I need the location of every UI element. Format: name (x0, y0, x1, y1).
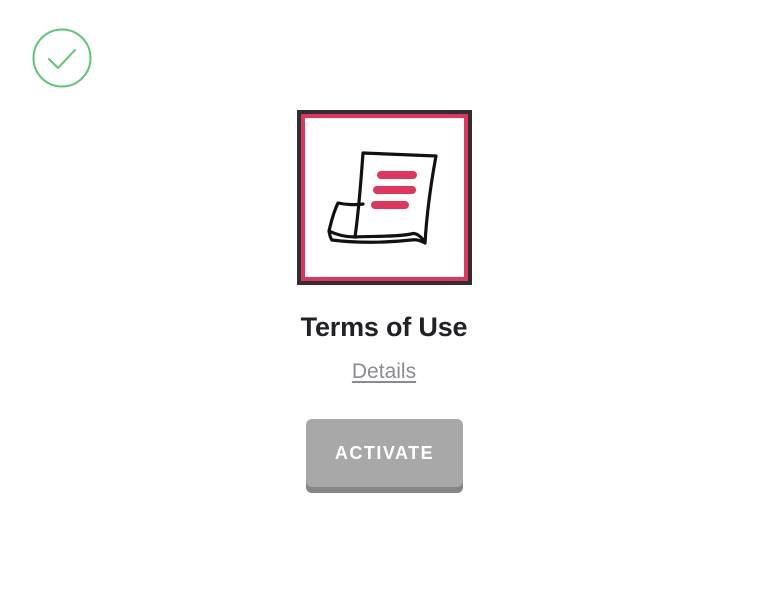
details-link-wrapper: Details (0, 360, 768, 384)
app-icon-frame (297, 110, 472, 285)
scroll-document-icon (326, 150, 438, 245)
app-title: Terms of Use (300, 312, 468, 342)
check-circle-icon (32, 28, 92, 88)
page: Terms of Use Details ACTIVATE (0, 0, 768, 603)
activate-button[interactable]: ACTIVATE (306, 419, 463, 493)
app-icon-background (305, 118, 464, 277)
details-link[interactable]: Details (352, 360, 416, 383)
